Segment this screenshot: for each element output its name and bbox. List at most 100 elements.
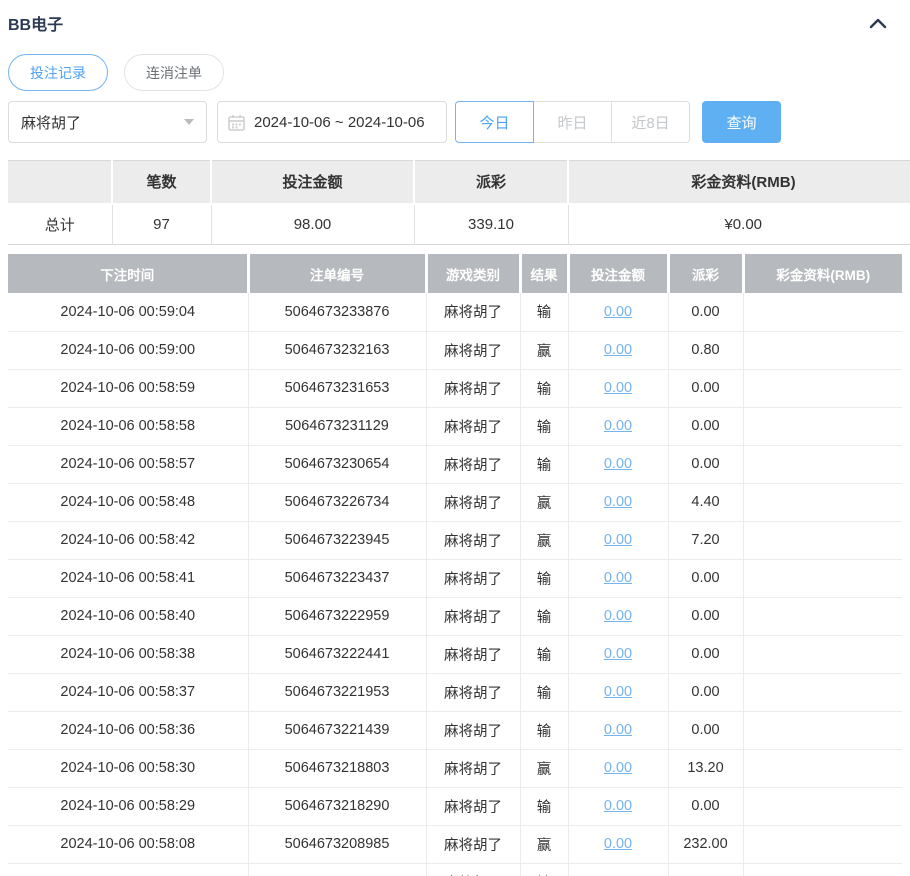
quick-range-button-0[interactable]: 今日 bbox=[455, 101, 534, 143]
record-row: 2024-10-06 00:59:045064673233876麻将胡了输0.0… bbox=[8, 293, 902, 331]
record-row: 2024-10-06 00:58:405064673222959麻将胡了输0.0… bbox=[8, 597, 902, 635]
date-range-input[interactable]: 2024-10-06 ~ 2024-10-06 bbox=[217, 101, 447, 143]
game-type-cell: 麻将胡了 bbox=[426, 635, 520, 673]
bet-amount-cell: 0.00 bbox=[568, 749, 668, 787]
record-row: 2024-10-06 00:58:295064673218290麻将胡了输0.0… bbox=[8, 787, 902, 825]
record-row: 2024-10-06 00:58:575064673230654麻将胡了输0.0… bbox=[8, 445, 902, 483]
payout-cell: 0.00 bbox=[668, 407, 743, 445]
result-cell: 赢 bbox=[520, 521, 568, 559]
game-type-cell: 麻将胡了 bbox=[426, 787, 520, 825]
summary-table: 笔数投注金额派彩彩金资料(RMB) 总计9798.00339.10¥0.00 bbox=[8, 160, 910, 245]
collapse-chevron-up-icon[interactable] bbox=[866, 11, 890, 35]
jackpot-cell bbox=[743, 293, 902, 331]
query-button[interactable]: 查询 bbox=[702, 101, 781, 143]
records-column-header: 派彩 bbox=[668, 254, 743, 293]
order-number-cell: 5064673230654 bbox=[248, 445, 426, 483]
jackpot-cell bbox=[743, 787, 902, 825]
payout-cell: 0.00 bbox=[668, 863, 743, 876]
betting-records-panel: BB电子 投注记录连消注单 麻将胡了 2024-10-06 ~ 2024-10-… bbox=[0, 0, 910, 876]
payout-cell: 232.00 bbox=[668, 825, 743, 863]
filter-bar: 麻将胡了 2024-10-06 ~ 2024-10-06 今日昨日近8日 查询 bbox=[8, 101, 902, 143]
bet-amount-link[interactable]: 0.00 bbox=[604, 836, 632, 852]
summary-column-header bbox=[8, 161, 112, 204]
bet-amount-link[interactable]: 0.00 bbox=[604, 570, 632, 586]
order-number-cell: 5064673223945 bbox=[248, 521, 426, 559]
result-cell: 赢 bbox=[520, 331, 568, 369]
bet-time-cell: 2024-10-06 00:58:42 bbox=[8, 521, 248, 559]
jackpot-cell bbox=[743, 635, 902, 673]
bet-amount-link[interactable]: 0.00 bbox=[604, 684, 632, 700]
bet-amount-link[interactable]: 0.00 bbox=[604, 380, 632, 396]
payout-cell: 0.00 bbox=[668, 635, 743, 673]
jackpot-cell bbox=[743, 863, 902, 876]
bet-amount-cell: 0.00 bbox=[568, 863, 668, 876]
bet-amount-link[interactable]: 0.00 bbox=[604, 494, 632, 510]
summary-column-header: 彩金资料(RMB) bbox=[568, 161, 910, 204]
order-number-cell: 5064673218290 bbox=[248, 787, 426, 825]
jackpot-cell bbox=[743, 749, 902, 787]
bet-amount-cell: 0.00 bbox=[568, 483, 668, 521]
record-row: 2024-10-06 00:58:365064673221439麻将胡了输0.0… bbox=[8, 711, 902, 749]
tab-betting-records[interactable]: 投注记录 bbox=[8, 54, 108, 91]
record-row: 2024-10-06 00:58:415064673223437麻将胡了输0.0… bbox=[8, 559, 902, 597]
order-number-cell: 5064673208476 bbox=[248, 863, 426, 876]
game-type-cell: 麻将胡了 bbox=[426, 673, 520, 711]
game-type-cell: 麻将胡了 bbox=[426, 749, 520, 787]
payout-cell: 13.20 bbox=[668, 749, 743, 787]
order-number-cell: 5064673222441 bbox=[248, 635, 426, 673]
bet-time-cell: 2024-10-06 00:58:38 bbox=[8, 635, 248, 673]
result-cell: 输 bbox=[520, 293, 568, 331]
payout-cell: 0.00 bbox=[668, 787, 743, 825]
bet-time-cell: 2024-10-06 00:58:29 bbox=[8, 787, 248, 825]
quick-range-group: 今日昨日近8日 bbox=[455, 101, 690, 143]
calendar-icon bbox=[228, 114, 245, 131]
bet-amount-link[interactable]: 0.00 bbox=[604, 418, 632, 434]
chevron-down-icon bbox=[184, 119, 194, 125]
bet-amount-link[interactable]: 0.00 bbox=[604, 342, 632, 358]
quick-range-button-2[interactable]: 近8日 bbox=[611, 101, 690, 143]
record-row: 2024-10-06 00:58:305064673218803麻将胡了赢0.0… bbox=[8, 749, 902, 787]
bet-amount-link[interactable]: 0.00 bbox=[604, 608, 632, 624]
summary-label-cell: 总计 bbox=[8, 204, 112, 245]
tab-cancelled-orders[interactable]: 连消注单 bbox=[124, 54, 224, 91]
bet-amount-cell: 0.00 bbox=[568, 293, 668, 331]
jackpot-cell bbox=[743, 559, 902, 597]
records-column-header: 游戏类别 bbox=[426, 254, 520, 293]
bet-amount-link[interactable]: 0.00 bbox=[604, 722, 632, 738]
bet-time-cell: 2024-10-06 00:58:36 bbox=[8, 711, 248, 749]
game-type-cell: 麻将胡了 bbox=[426, 369, 520, 407]
bet-amount-cell: 0.00 bbox=[568, 787, 668, 825]
bet-time-cell: 2024-10-06 00:59:00 bbox=[8, 331, 248, 369]
result-cell: 输 bbox=[520, 673, 568, 711]
result-cell: 输 bbox=[520, 597, 568, 635]
order-number-cell: 5064673231653 bbox=[248, 369, 426, 407]
record-row: 2024-10-06 00:58:375064673221953麻将胡了输0.0… bbox=[8, 673, 902, 711]
quick-range-button-1[interactable]: 昨日 bbox=[533, 101, 612, 143]
game-type-select[interactable]: 麻将胡了 bbox=[8, 101, 207, 143]
bet-amount-cell: 0.00 bbox=[568, 711, 668, 749]
bet-amount-link[interactable]: 0.00 bbox=[604, 456, 632, 472]
payout-cell: 7.20 bbox=[668, 521, 743, 559]
jackpot-cell bbox=[743, 445, 902, 483]
bet-amount-link[interactable]: 0.00 bbox=[604, 798, 632, 814]
jackpot-cell bbox=[743, 673, 902, 711]
bet-time-cell: 2024-10-06 00:58:06 bbox=[8, 863, 248, 876]
game-type-cell: 麻将胡了 bbox=[426, 597, 520, 635]
jackpot-cell bbox=[743, 711, 902, 749]
game-type-cell: 麻将胡了 bbox=[426, 559, 520, 597]
bet-time-cell: 2024-10-06 00:58:37 bbox=[8, 673, 248, 711]
bet-time-cell: 2024-10-06 00:58:57 bbox=[8, 445, 248, 483]
bet-time-cell: 2024-10-06 00:58:30 bbox=[8, 749, 248, 787]
bet-amount-link[interactable]: 0.00 bbox=[604, 760, 632, 776]
bet-amount-cell: 0.00 bbox=[568, 445, 668, 483]
jackpot-cell bbox=[743, 825, 902, 863]
game-type-cell: 麻将胡了 bbox=[426, 331, 520, 369]
bet-amount-link[interactable]: 0.00 bbox=[604, 646, 632, 662]
bet-amount-link[interactable]: 0.00 bbox=[604, 304, 632, 320]
result-cell: 赢 bbox=[520, 483, 568, 521]
record-row: 2024-10-06 00:58:595064673231653麻将胡了输0.0… bbox=[8, 369, 902, 407]
bet-amount-link[interactable]: 0.00 bbox=[604, 532, 632, 548]
records-column-header: 彩金资料(RMB) bbox=[743, 254, 902, 293]
record-row: 2024-10-06 00:58:585064673231129麻将胡了输0.0… bbox=[8, 407, 902, 445]
record-row: 2024-10-06 00:58:065064673208476麻将胡了输0.0… bbox=[8, 863, 902, 876]
